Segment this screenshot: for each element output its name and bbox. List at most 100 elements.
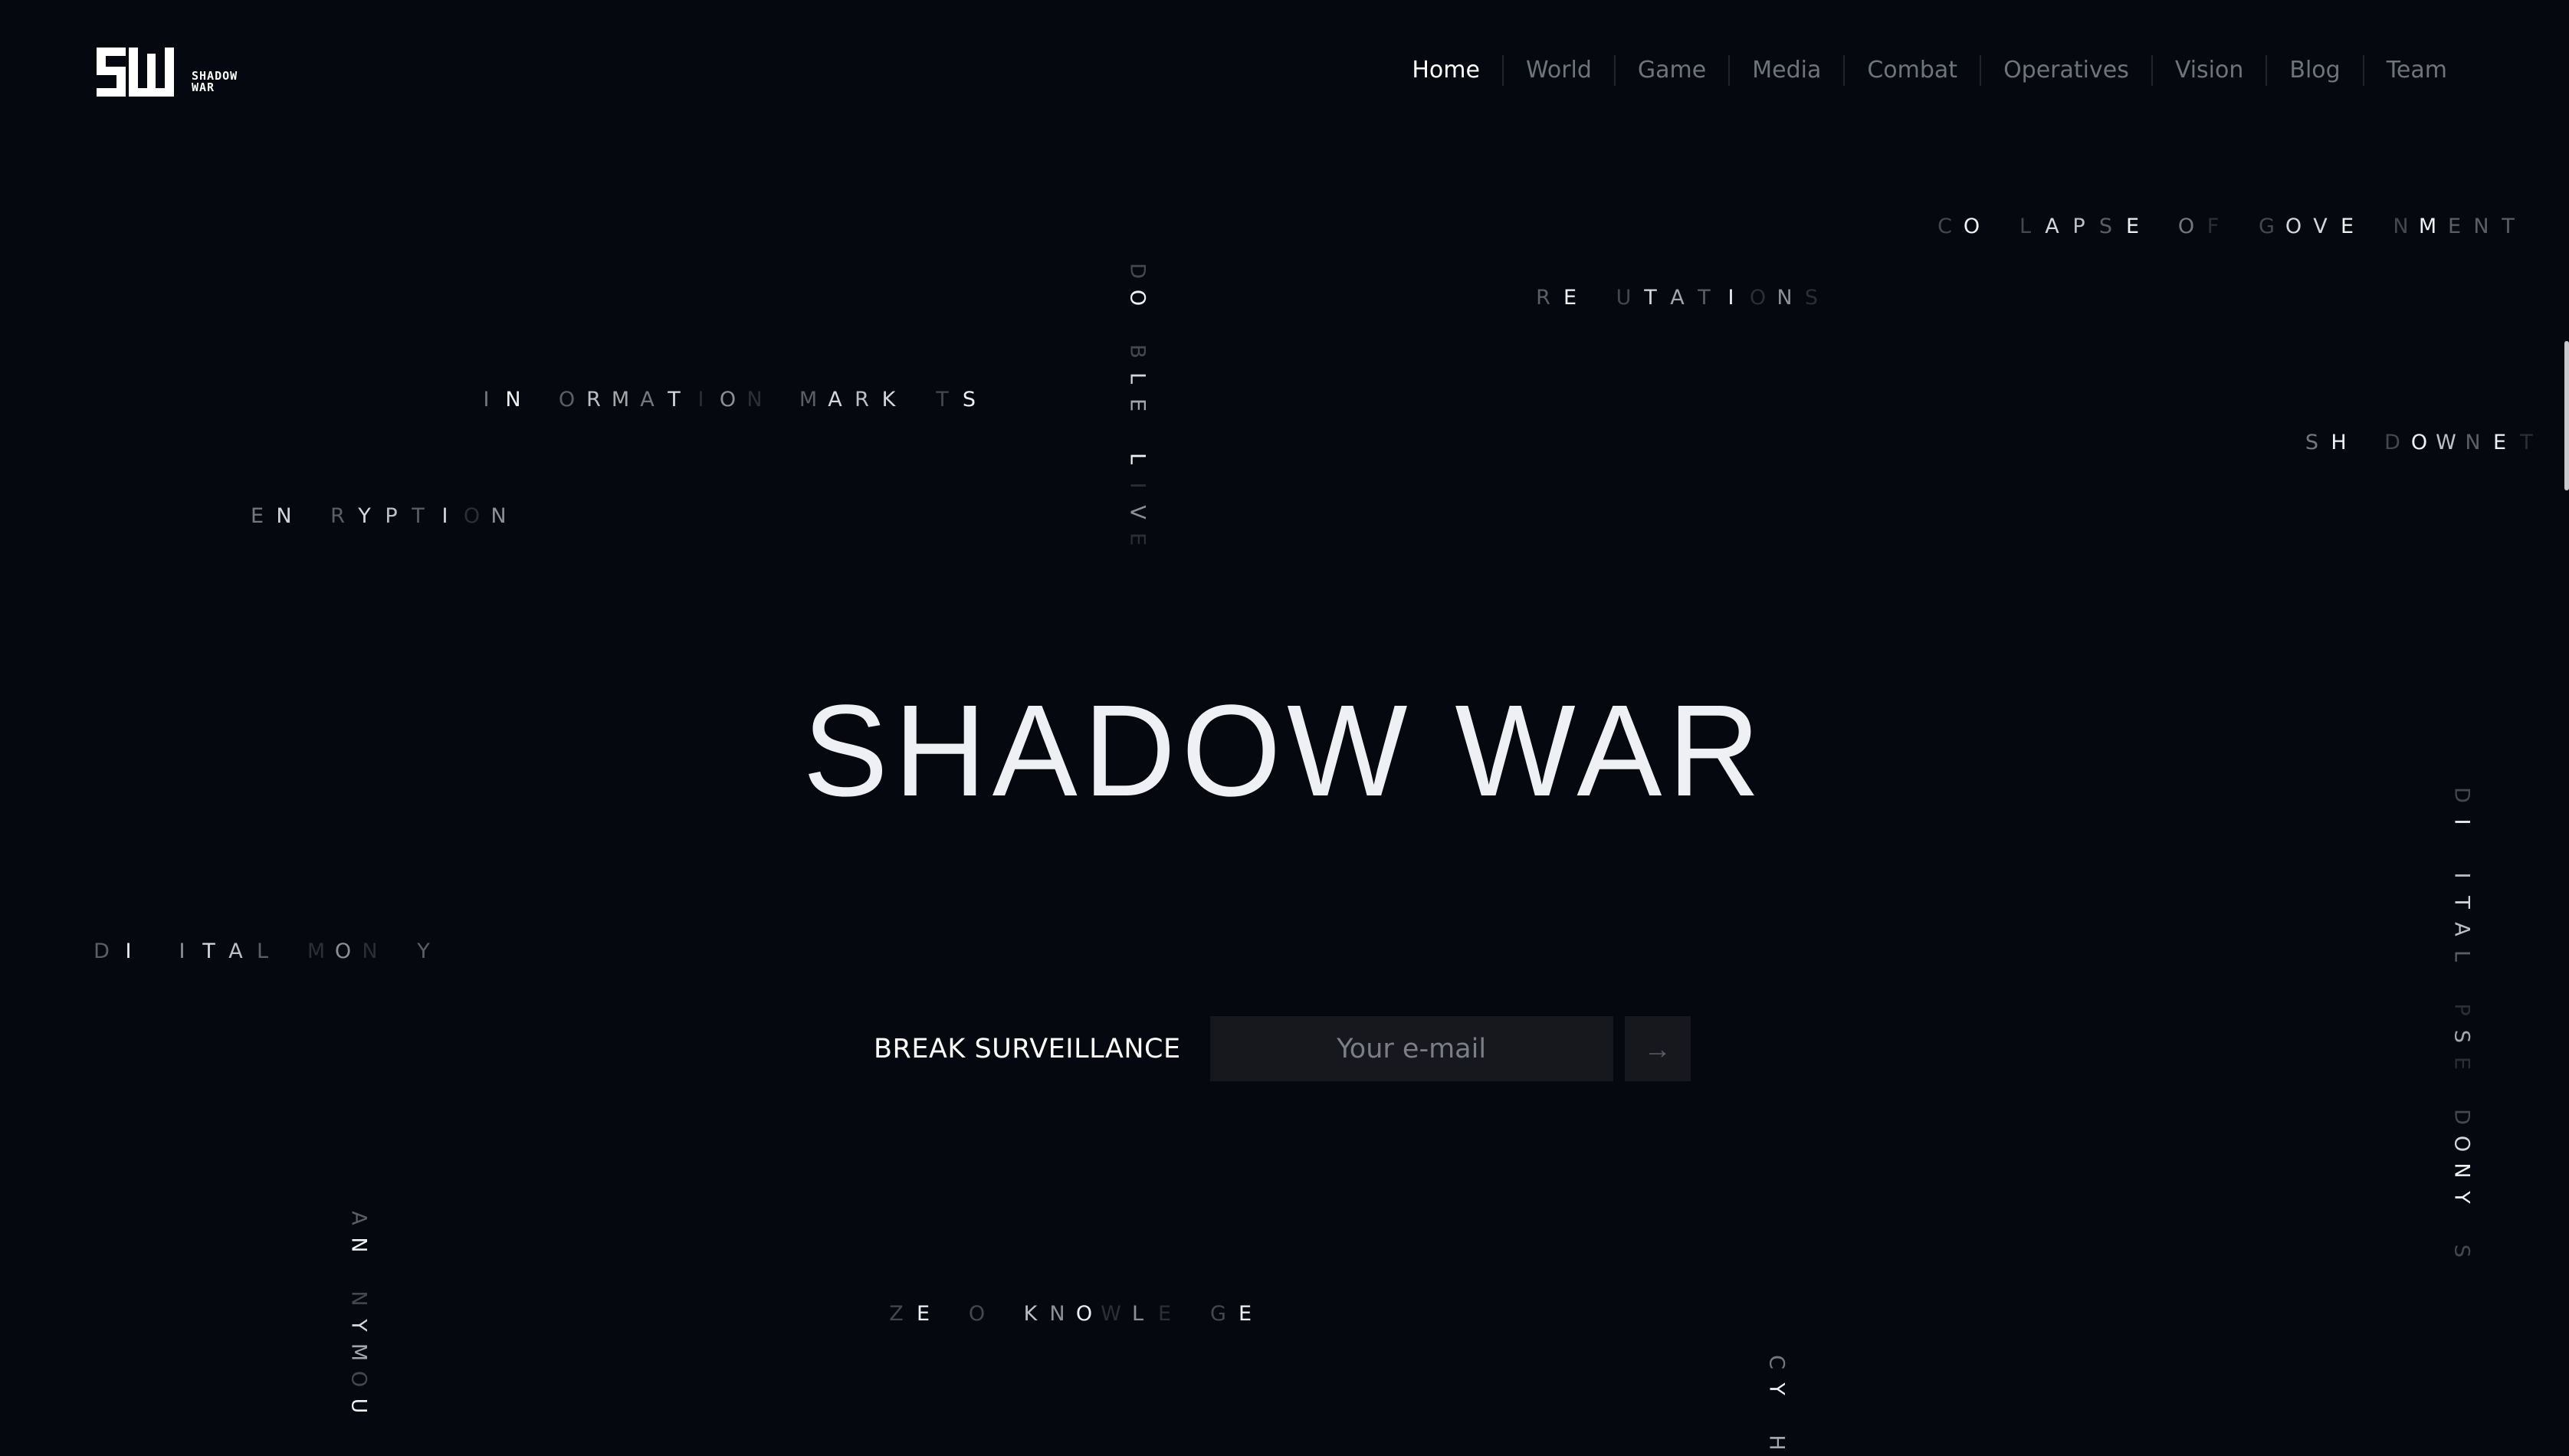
letter: T xyxy=(202,940,215,963)
letter: C xyxy=(1937,215,1952,238)
letter: O xyxy=(1963,215,1980,238)
nav-world[interactable]: World xyxy=(1501,55,1614,86)
letter: I xyxy=(697,388,704,412)
email-input[interactable] xyxy=(1209,1016,1613,1081)
letter: T xyxy=(1698,286,1711,310)
logo-mark-icon xyxy=(97,48,174,97)
letter: A xyxy=(2449,922,2474,936)
letter: I xyxy=(125,940,132,963)
nav-team[interactable]: Team xyxy=(2362,55,2469,86)
letter: M xyxy=(307,940,326,963)
letter: B xyxy=(1125,344,1150,359)
letter: E xyxy=(2492,431,2507,454)
letter: O xyxy=(2449,1135,2474,1153)
letter: L xyxy=(256,940,269,963)
letter: I xyxy=(2449,872,2474,879)
letter: N xyxy=(2393,215,2409,238)
letter: K xyxy=(881,388,896,412)
letter: A xyxy=(1670,286,1685,310)
letter: P xyxy=(2449,1003,2474,1016)
letter: H xyxy=(2331,431,2347,454)
letter: M xyxy=(611,388,630,412)
letter: S xyxy=(2449,1244,2474,1258)
letter: D xyxy=(2384,431,2400,454)
letter: H xyxy=(1764,1435,1789,1451)
letter: N xyxy=(746,388,763,412)
letter: R xyxy=(330,504,345,528)
letter: O xyxy=(346,1370,371,1388)
letter: E xyxy=(2340,215,2354,238)
letter: M xyxy=(799,388,818,412)
letter: E xyxy=(2449,1056,2474,1071)
letter: D xyxy=(2449,1109,2474,1125)
letter: Y xyxy=(417,940,430,963)
letter: S xyxy=(1804,286,1819,310)
letter: O xyxy=(2177,215,2195,238)
letter: N xyxy=(346,1290,371,1307)
letter: O xyxy=(334,940,352,963)
letter: A xyxy=(346,1211,371,1225)
letter: O xyxy=(1125,289,1150,307)
letter: U xyxy=(346,1398,371,1414)
letter: O xyxy=(463,504,481,528)
nav-media[interactable]: Media xyxy=(1728,55,1843,86)
submit-button[interactable]: → xyxy=(1624,1016,1691,1081)
letter: U xyxy=(1616,286,1632,310)
letter: I xyxy=(483,388,490,412)
letter: T xyxy=(2449,896,2474,909)
letter: A xyxy=(2045,215,2059,238)
floating-word-encryption: EN RYPTION xyxy=(244,504,512,528)
floating-word-double-live: DO BLE LIVE xyxy=(1125,257,1150,553)
main-nav: Home World Game Media Combat Operatives … xyxy=(1389,54,2469,87)
signup-label: BREAK SURVEILLANCE xyxy=(874,1033,1181,1064)
letter: G xyxy=(1210,1302,1226,1326)
letter: L xyxy=(1125,372,1150,385)
logo-text-line2: WAR xyxy=(192,80,215,94)
logo[interactable]: SHADOW WAR xyxy=(97,48,238,97)
floating-word-shadownet: SH DOWNET xyxy=(2298,431,2540,454)
letter: N xyxy=(2465,431,2481,454)
letter: N xyxy=(505,388,521,412)
letter: T xyxy=(668,388,681,412)
arrow-right-icon: → xyxy=(1643,1032,1672,1064)
letter: R xyxy=(1536,286,1550,310)
letter: O xyxy=(2285,215,2302,238)
letter: R xyxy=(855,388,869,412)
letter: O xyxy=(2410,431,2428,454)
letter: E xyxy=(2447,215,2462,238)
letter: D xyxy=(94,940,110,963)
letter: T xyxy=(2502,215,2515,238)
letter: E xyxy=(1125,398,1150,412)
scrollbar[interactable] xyxy=(2564,341,2569,490)
letter: N xyxy=(1777,286,1793,310)
letter: O xyxy=(1075,1302,1093,1326)
letter: N xyxy=(346,1237,371,1253)
letter: M xyxy=(2418,215,2437,238)
floating-word-anonymous: AN NYMOU xyxy=(346,1205,371,1419)
letter: O xyxy=(719,388,737,412)
floating-word-digital-money: DI ITAL MON Y xyxy=(88,940,437,963)
nav-operatives[interactable]: Operatives xyxy=(1980,55,2151,86)
letter: T xyxy=(412,504,425,528)
letter: N xyxy=(1049,1302,1065,1326)
letter: Y xyxy=(358,504,371,528)
letter: L xyxy=(2019,215,2032,238)
hero-title: SHADOW WAR xyxy=(802,678,1767,824)
nav-game[interactable]: Game xyxy=(1613,55,1728,86)
letter: N xyxy=(2473,215,2489,238)
nav-home[interactable]: Home xyxy=(1389,55,1502,86)
floating-word-reputations: RE UTATIONS xyxy=(1530,286,1825,310)
letter: E xyxy=(1125,532,1150,546)
nav-combat[interactable]: Combat xyxy=(1843,55,1980,86)
nav-vision[interactable]: Vision xyxy=(2151,55,2266,86)
letter: K xyxy=(1023,1302,1038,1326)
floating-word-digital-pseudonyms: DI ITAL PSE DONY S xyxy=(2449,782,2474,1264)
letter: W xyxy=(2436,431,2456,454)
letter: V xyxy=(1125,505,1150,520)
letter: I xyxy=(1727,286,1734,310)
letter: P xyxy=(385,504,398,528)
letter: W xyxy=(1101,1302,1121,1326)
letter: I xyxy=(441,504,448,528)
nav-blog[interactable]: Blog xyxy=(2266,55,2362,86)
letter: N xyxy=(362,940,378,963)
